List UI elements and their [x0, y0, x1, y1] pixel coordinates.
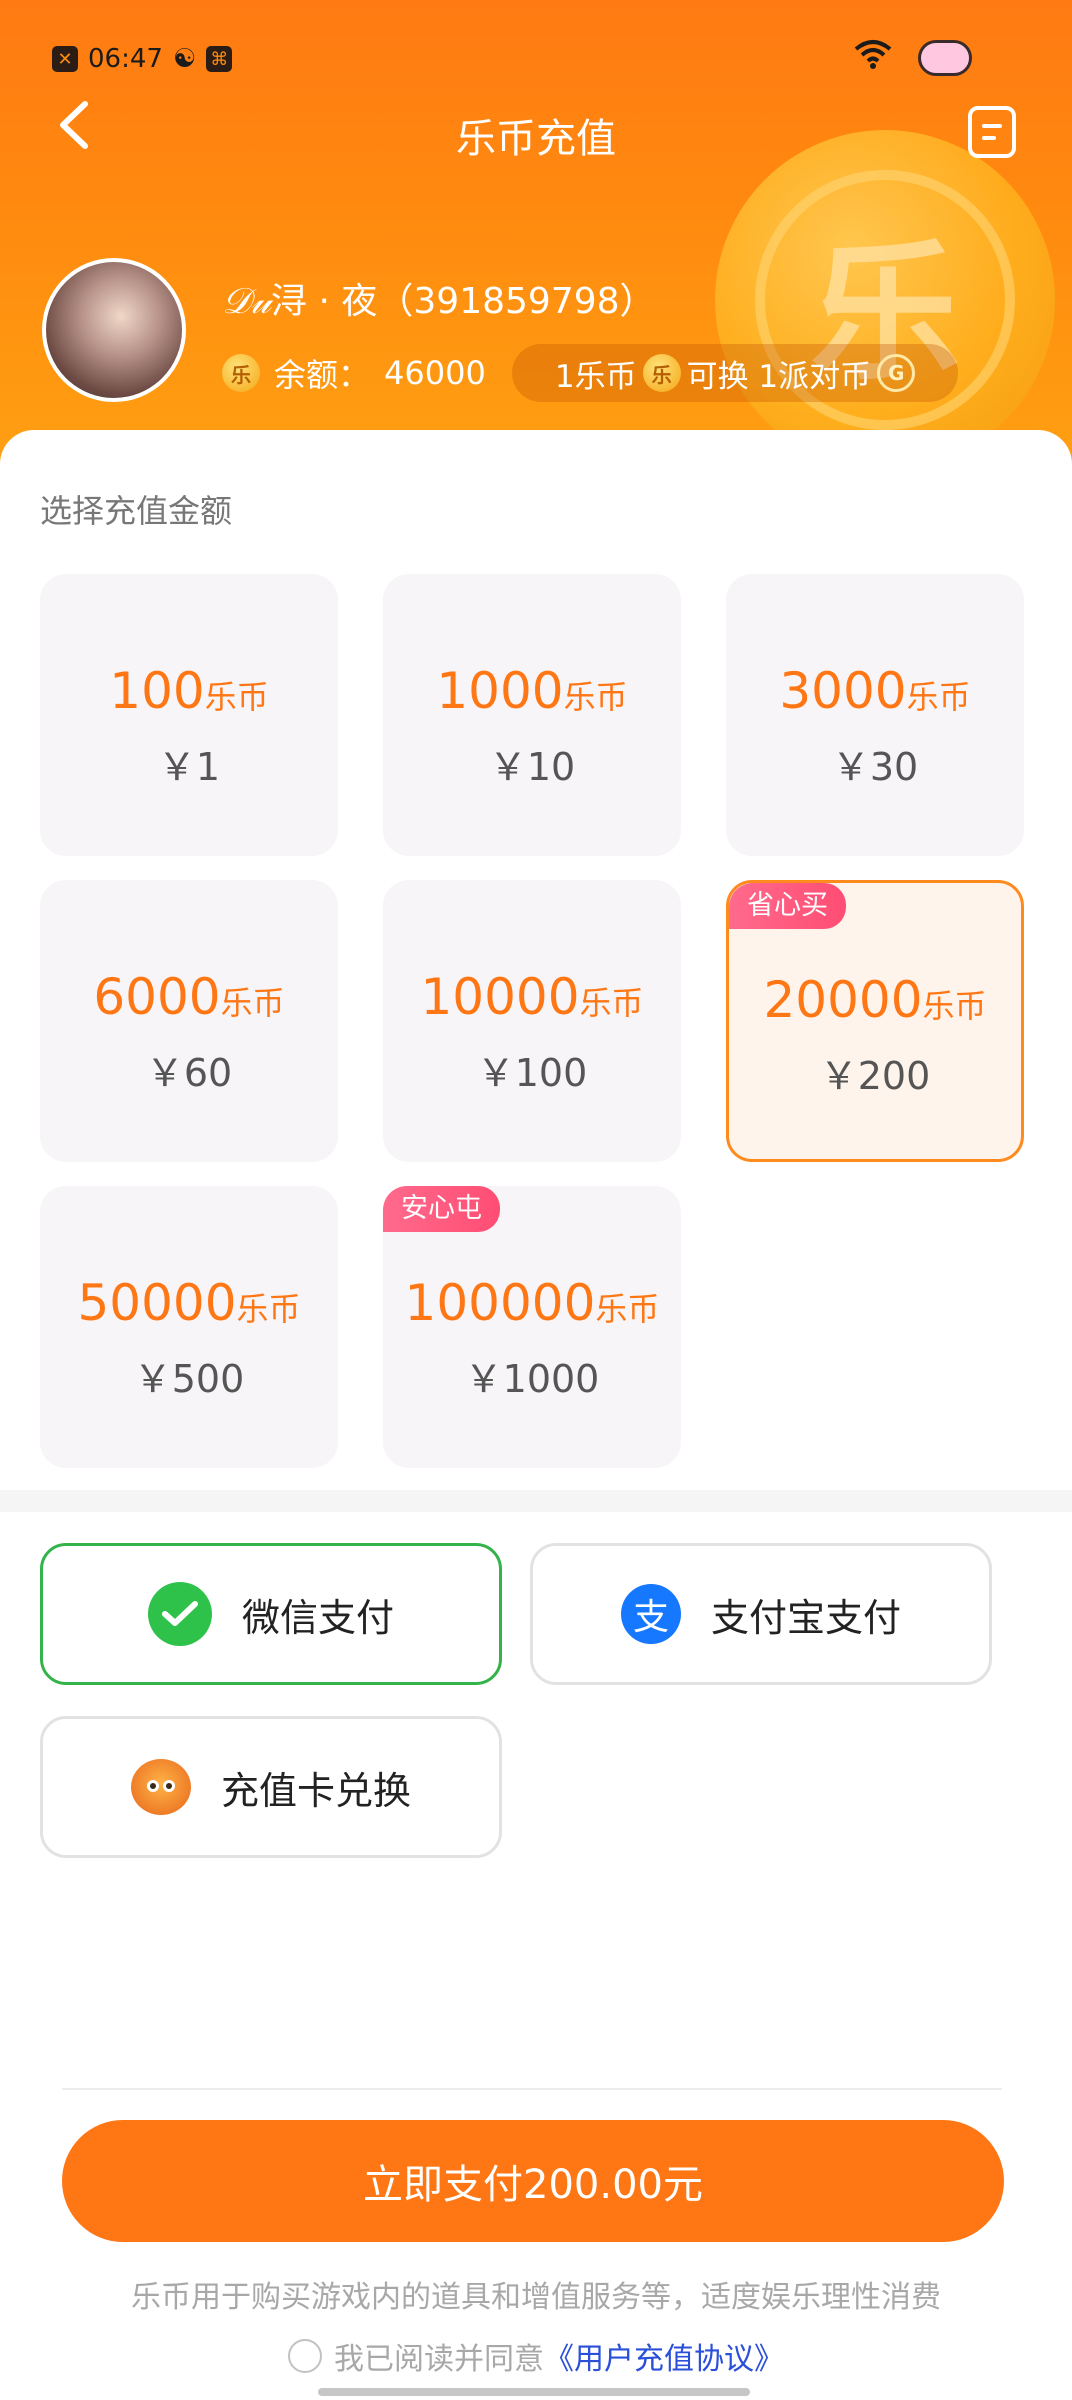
balance-value: 46000: [384, 354, 486, 392]
wechat-icon: [147, 1582, 212, 1646]
package-card[interactable]: 1000乐币 ￥10: [383, 574, 681, 856]
avatar[interactable]: [42, 258, 186, 402]
wifi-icon: [854, 38, 892, 78]
username-fancy: 𝒟𝓊: [222, 281, 272, 322]
header-banner: 乐 ✕ 06:47 ☯ ⌘ 乐币充值 𝒟𝓊浔 · 夜（391859798） 乐 …: [0, 0, 1072, 470]
package-coins: 20000: [763, 971, 923, 1029]
package-coins: 10000: [420, 968, 580, 1026]
page-title: 乐币充值: [456, 116, 616, 162]
party-coin-icon: G: [877, 354, 916, 392]
package-price: ￥100: [476, 1051, 588, 1095]
package-coins: 50000: [77, 1274, 237, 1332]
package-card[interactable]: 10000乐币 ￥100: [383, 880, 681, 1162]
package-price: ￥1: [157, 745, 221, 789]
package-card-selected[interactable]: 省心买 20000乐币 ￥200: [726, 880, 1024, 1162]
package-coins: 100000: [404, 1274, 596, 1332]
package-tag: 省心买: [729, 883, 846, 929]
package-unit: 乐币: [204, 678, 269, 716]
le-coin-icon: 乐: [222, 354, 260, 392]
username: 𝒟𝓊浔 · 夜（391859798）: [222, 272, 656, 324]
package-unit: 乐币: [906, 678, 971, 716]
package-card[interactable]: 3000乐币 ￥30: [726, 574, 1024, 856]
package-card[interactable]: 50000乐币 ￥500: [40, 1186, 338, 1468]
user-id: （391859798）: [377, 281, 656, 322]
package-unit: 乐币: [220, 984, 285, 1022]
package-coins: 100: [109, 662, 205, 720]
usage-note: 乐币用于购买游戏内的道具和增值服务等，适度娱乐理性消费: [131, 2280, 941, 2315]
package-coins: 1000: [436, 662, 564, 720]
package-unit: 乐币: [595, 1290, 660, 1328]
package-price: ￥60: [145, 1051, 233, 1095]
package-coins: 3000: [779, 662, 907, 720]
rate-left: 1乐币: [554, 358, 637, 395]
payment-label: 微信支付: [241, 1595, 394, 1640]
agreement-radio[interactable]: [288, 2339, 322, 2373]
package-tag: 安心屯: [383, 1186, 500, 1232]
le-coin-icon: 乐: [642, 354, 681, 392]
recharge-card-icon: [130, 1759, 191, 1815]
records-menu-button[interactable]: [968, 106, 1016, 158]
package-price: ￥30: [831, 745, 919, 789]
netease-icon: ☯: [172, 44, 197, 74]
package-price: ￥500: [133, 1357, 245, 1401]
large-coin-decoration: 乐: [715, 130, 1055, 470]
agreement-prefix: 我已阅读并同意: [334, 2342, 544, 2377]
package-unit: 乐币: [563, 678, 628, 716]
rate-mid: 可换 1派对币: [686, 358, 872, 395]
balance-row: 乐 余额： 46000: [222, 350, 486, 396]
package-card[interactable]: 安心屯 100000乐币 ￥1000: [383, 1186, 681, 1468]
username-text: 浔 · 夜: [271, 281, 378, 322]
agreement-row: 我已阅读并同意 《用户充值协议》: [0, 2334, 1072, 2378]
status-bar: ✕ 06:47 ☯ ⌘: [0, 30, 1072, 90]
exchange-rate-pill: 1乐币 乐 可换 1派对币 G: [512, 344, 958, 402]
section-divider: [0, 1490, 1072, 1512]
section-title: 选择充值金额: [40, 492, 233, 530]
payment-label: 充值卡兑换: [220, 1768, 411, 1813]
footer-divider: [62, 2088, 1002, 2090]
agreement-link[interactable]: 《用户充值协议》: [544, 2334, 784, 2378]
balance-label: 余额：: [274, 356, 371, 394]
recharge-card-option[interactable]: 充值卡兑换: [40, 1716, 502, 1858]
package-price: ￥1000: [464, 1357, 600, 1401]
package-unit: 乐币: [579, 984, 644, 1022]
package-unit: 乐币: [922, 987, 987, 1025]
status-time: 06:47: [88, 44, 163, 74]
alipay-icon: 支: [620, 1584, 681, 1644]
wechat-pay-option[interactable]: 微信支付: [40, 1543, 502, 1685]
alipay-option[interactable]: 支 支付宝支付: [530, 1543, 992, 1685]
close-notification-icon: ✕: [52, 46, 78, 72]
payment-label: 支付宝支付: [710, 1595, 901, 1640]
app-notification-icon: ⌘: [206, 46, 233, 72]
package-price: ￥200: [819, 1054, 931, 1098]
battery-bunny-icon: [918, 40, 972, 76]
package-price: ￥10: [488, 745, 576, 789]
package-card[interactable]: 100乐币 ￥1: [40, 574, 338, 856]
package-coins: 6000: [93, 968, 221, 1026]
package-unit: 乐币: [236, 1290, 301, 1328]
home-indicator[interactable]: [318, 2388, 750, 2396]
package-card[interactable]: 6000乐币 ￥60: [40, 880, 338, 1162]
pay-now-button[interactable]: 立即支付200.00元: [62, 2120, 1004, 2242]
